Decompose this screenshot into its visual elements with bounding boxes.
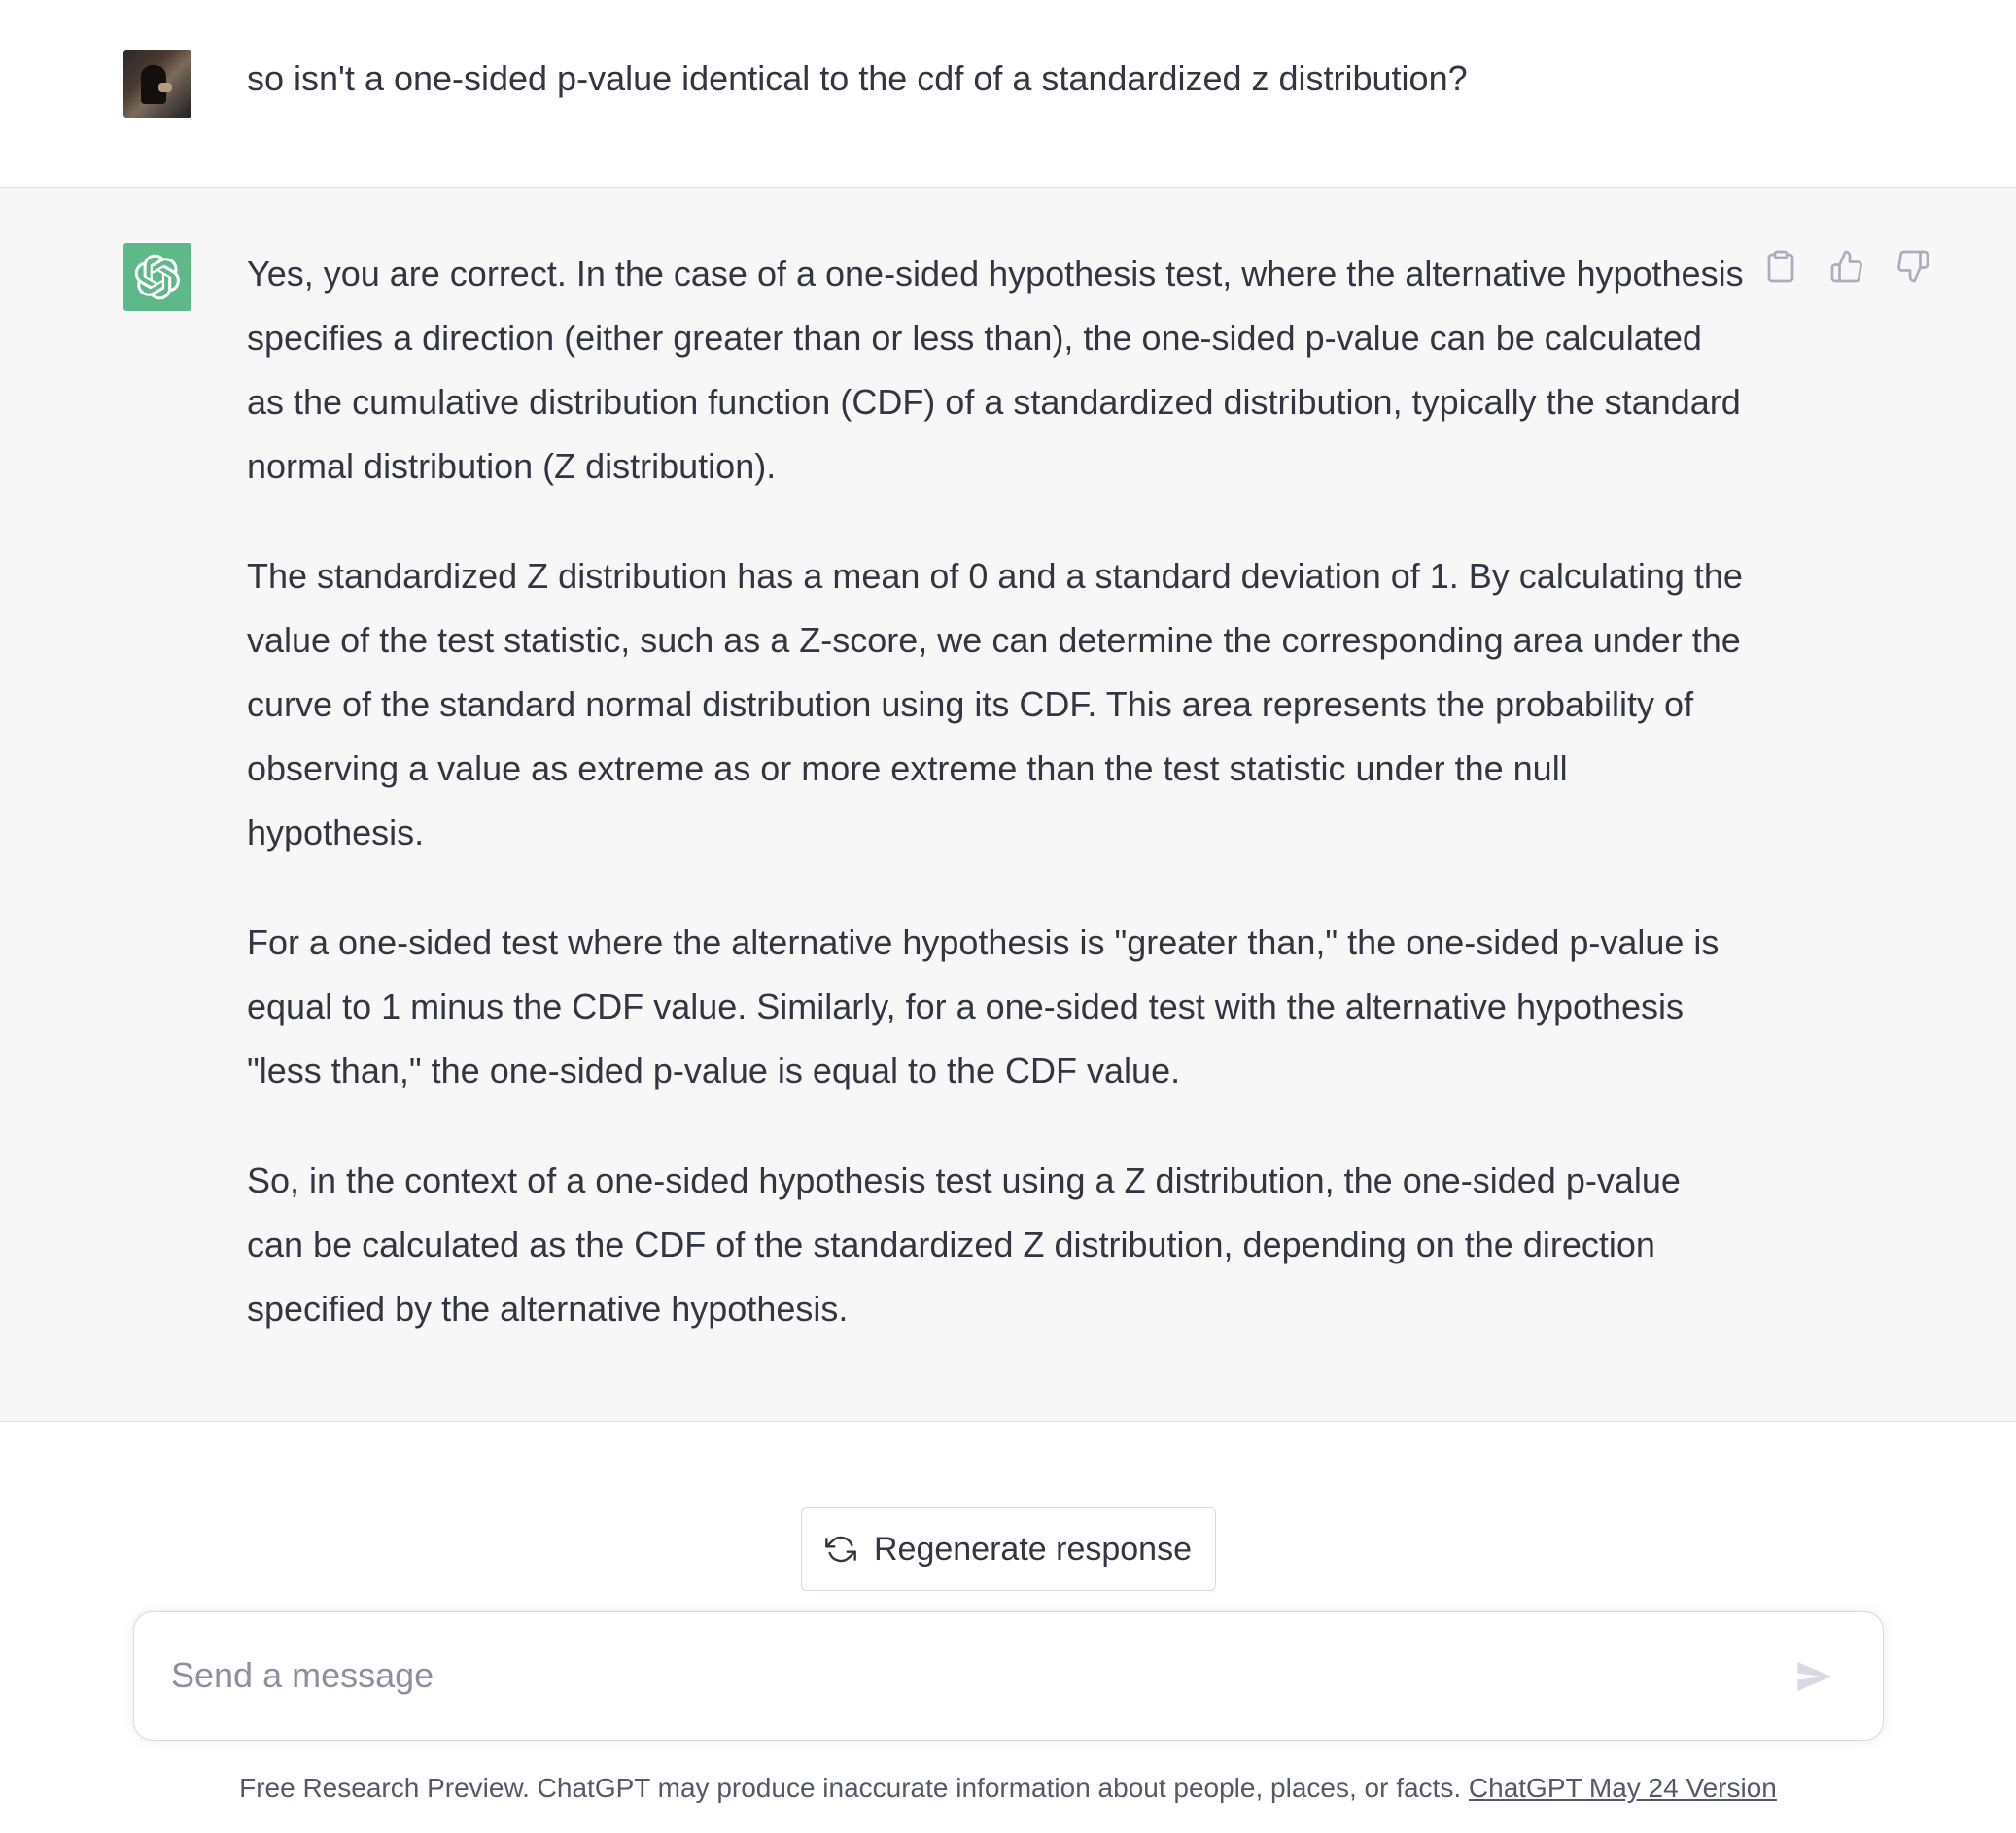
- user-message-row: so isn't a one-sided p-value identical t…: [0, 0, 2016, 188]
- message-composer: [133, 1611, 1884, 1741]
- regenerate-response-button[interactable]: Regenerate response: [801, 1507, 1216, 1591]
- answer-paragraph: So, in the context of a one-sided hypoth…: [247, 1160, 1681, 1329]
- user-avatar: [123, 50, 191, 118]
- assistant-message-row: Yes, you are correct. In the case of a o…: [0, 188, 2016, 1422]
- thumbs-down-button[interactable]: [1894, 247, 1932, 286]
- assistant-message-text: Yes, you are correct. In the case of a o…: [247, 242, 1744, 1341]
- send-icon: [1797, 1662, 1832, 1691]
- footer-disclaimer: Free Research Preview. ChatGPT may produ…: [0, 1769, 2016, 1808]
- message-actions: [1761, 247, 1932, 286]
- thumbs-up-button[interactable]: [1827, 247, 1866, 286]
- footer-text: Free Research Preview. ChatGPT may produ…: [239, 1773, 1462, 1803]
- chatgpt-logo-icon: [123, 243, 191, 311]
- thumbs-down-icon: [1897, 250, 1929, 283]
- version-link[interactable]: ChatGPT May 24 Version: [1469, 1773, 1777, 1803]
- copy-button[interactable]: [1761, 247, 1800, 286]
- user-message-text: so isn't a one-sided p-value identical t…: [247, 58, 1468, 98]
- answer-paragraph: The standardized Z distribution has a me…: [247, 556, 1743, 852]
- message-input[interactable]: [169, 1642, 1763, 1710]
- answer-paragraph: For a one-sided test where the alternati…: [247, 922, 1720, 1090]
- avatar-hand: [158, 83, 172, 92]
- thumbs-up-icon: [1830, 250, 1862, 283]
- send-button[interactable]: [1787, 1649, 1841, 1704]
- answer-paragraph: Yes, you are correct. In the case of a o…: [247, 254, 1744, 486]
- clipboard-icon: [1767, 250, 1794, 283]
- refresh-icon: [825, 1536, 856, 1563]
- regenerate-label: Regenerate response: [873, 1530, 1192, 1568]
